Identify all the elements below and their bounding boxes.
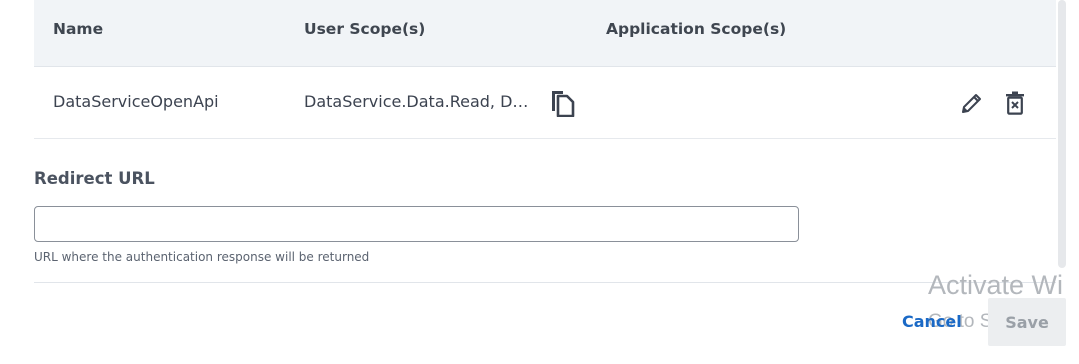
activation-watermark-title: Activate Wi [928,270,1064,300]
row-user-scopes: DataService.Data.Read, Dat... [304,92,534,111]
pencil-icon[interactable] [960,91,984,119]
scopes-table: Name User Scope(s) Application Scope(s) … [34,0,1056,139]
column-header-name: Name [53,20,104,38]
column-header-user-scopes: User Scope(s) [304,20,426,38]
redirect-url-input[interactable] [34,206,799,242]
column-header-application-scopes: Application Scope(s) [606,20,787,38]
cancel-button[interactable]: Cancel [902,312,962,331]
row-name: DataServiceOpenApi [53,92,219,111]
table-row: DataServiceOpenApi DataService.Data.Read… [34,67,1056,139]
table-header: Name User Scope(s) Application Scope(s) [34,0,1056,67]
vertical-scrollbar[interactable] [1058,0,1066,268]
redirect-url-label: Redirect URL [34,169,155,188]
save-button[interactable]: Save [988,298,1066,346]
trash-icon[interactable] [1005,91,1025,119]
copy-icon[interactable] [549,89,575,121]
redirect-url-help-text: URL where the authentication response wi… [34,250,370,264]
footer-divider [34,282,1056,283]
